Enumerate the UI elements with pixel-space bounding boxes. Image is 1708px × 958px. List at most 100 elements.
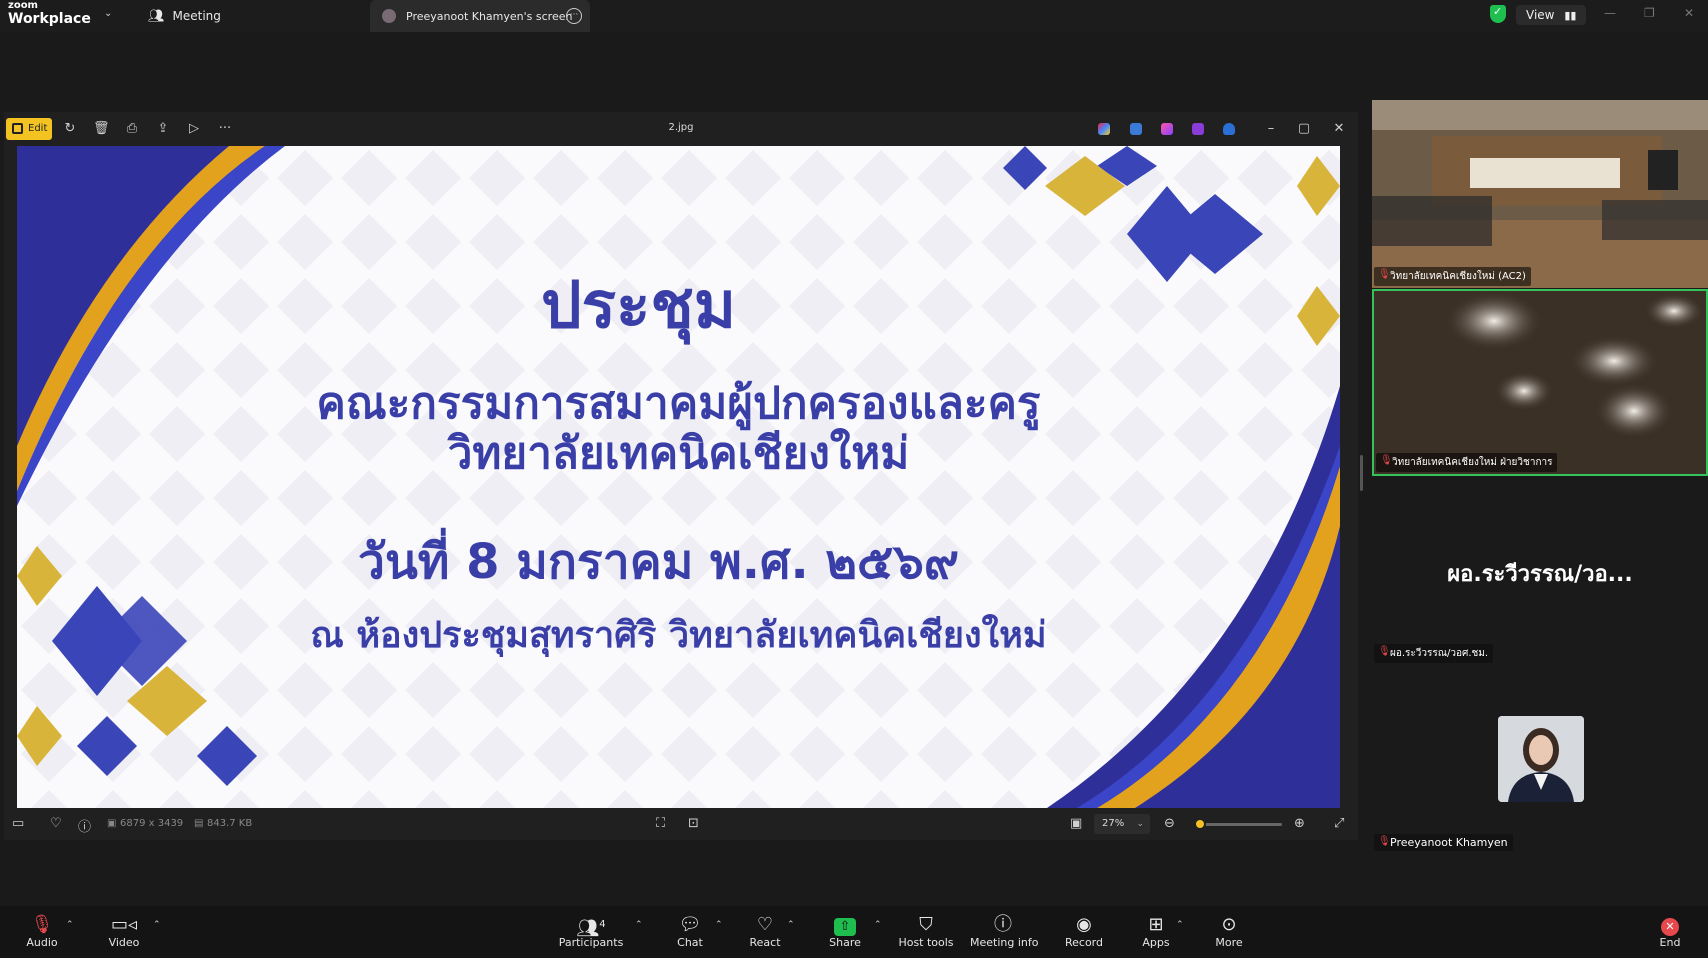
video-button[interactable]: ▭◃ Video [102, 906, 146, 958]
clipchamp-icon[interactable] [1192, 123, 1204, 135]
zoom-slider[interactable] [1196, 823, 1282, 826]
end-meeting-button[interactable]: ✕ End [1648, 906, 1692, 958]
react-button[interactable]: ♡ React [743, 906, 787, 958]
end-icon: ✕ [1661, 918, 1679, 936]
video-camera-icon: ▭◃ [110, 914, 138, 935]
copilot-icon[interactable] [1098, 123, 1110, 135]
tab-meeting[interactable]: 👥︎ Meeting [148, 0, 221, 32]
actual-size-icon[interactable]: ⊡ [688, 816, 699, 831]
video-label: Video [108, 936, 140, 949]
participants-icon: 👥︎4 [576, 918, 606, 939]
file-name: 2.jpg [668, 122, 694, 133]
zoom-logo[interactable]: zoom Workplace [8, 0, 91, 27]
chevron-up-icon[interactable]: ⌃ [787, 920, 795, 930]
info-icon: ⓘ [994, 914, 1012, 935]
video-tile-conference-room[interactable]: 🎙︎ วิทยาลัยเทคนิคเชียงใหม่ (AC2) [1372, 100, 1708, 288]
grid-icon: ▮▮ [1564, 9, 1577, 22]
record-icon: ◉ [1076, 914, 1092, 935]
more-icon: ⊙ [1221, 914, 1237, 935]
share-label: Share [829, 936, 861, 949]
fit-to-window-icon[interactable]: ⛶ [656, 816, 665, 831]
participants-label: Participants [558, 936, 624, 949]
tab-shared-screen[interactable]: Preeyanoot Khamyen's screen ··· [370, 0, 590, 32]
participant-name-text: วิทยาลัยเทคนิคเชียงใหม่ (AC2) [1390, 271, 1526, 282]
apps-button[interactable]: ⊞ Apps [1134, 906, 1178, 958]
shared-image: ประชุม คณะกรรมการสมาคมผู้ปกครองและครู วิ… [17, 146, 1340, 808]
designer-icon[interactable] [1130, 123, 1142, 135]
mic-muted-icon: 🎙︎ [1378, 836, 1391, 847]
onedrive-icon[interactable] [1223, 123, 1235, 135]
participant-name: 🎙︎ วิทยาลัยเทคนิคเชียงใหม่ (AC2) [1374, 267, 1531, 286]
more-button[interactable]: ⊙ More [1207, 906, 1251, 958]
video-tile-academic-dept[interactable]: 🎙︎ วิทยาลัยเทคนิคเชียงใหม่ ฝ่ายวิชาการ [1372, 289, 1708, 476]
people-icon: 👥︎ [148, 8, 165, 24]
participant-name-text: ผอ.ระวีวรรณ/วอศ.ชม. [1390, 648, 1489, 659]
meeting-info-button[interactable]: ⓘ Meeting info [970, 906, 1039, 958]
chevron-up-icon[interactable]: ⌃ [715, 920, 723, 930]
apps-label: Apps [1142, 936, 1170, 949]
mic-muted-icon: 🎙︎ [1380, 455, 1393, 466]
zoom-select[interactable]: 27% ⌄ [1094, 814, 1150, 834]
meeting-info-label: Meeting info [970, 936, 1039, 949]
audio-button[interactable]: 🎙︎ Audio [20, 906, 64, 958]
react-label: React [749, 936, 781, 949]
restore-icon[interactable]: ❐ [1644, 6, 1655, 20]
profile-photo [1498, 716, 1584, 802]
tab-meeting-label: Meeting [172, 9, 221, 23]
participants-button[interactable]: 👥︎4 Participants [558, 906, 624, 958]
record-button[interactable]: ◉ Record [1062, 906, 1106, 958]
audio-label: Audio [26, 936, 58, 949]
paint-icon[interactable] [1161, 123, 1173, 135]
maximize-icon[interactable]: ▢ [1296, 121, 1312, 137]
participant-name-text: วิทยาลัยเทคนิคเชียงใหม่ ฝ่ายวิชาการ [1392, 457, 1553, 468]
tab-screen-label: Preeyanoot Khamyen's screen [406, 9, 573, 23]
participant-name: 🎙︎ Preeyanoot Khamyen [1374, 834, 1513, 851]
conference-room-video [1372, 100, 1708, 288]
apps-icon: ⊞ [1148, 914, 1164, 935]
share-screen-icon: ⇧ [834, 918, 856, 936]
heart-icon: ♡ [756, 914, 774, 935]
fit-icon[interactable]: ▣ [1070, 816, 1082, 831]
photo-viewer-window: Edit ↻ 🗑︎ ⎙ ⇪ ▷ ··· 2.jpg – ▢ ✕ ประชุม ค… [4, 112, 1358, 840]
minimize-icon[interactable]: — [1604, 6, 1616, 20]
chat-button[interactable]: 💬︎ Chat [668, 906, 712, 958]
participant-name: 🎙︎ วิทยาลัยเทคนิคเชียงใหม่ ฝ่ายวิชาการ [1376, 453, 1558, 472]
favorite-icon[interactable]: ♡ [50, 816, 62, 831]
panel-resize-handle[interactable] [1360, 455, 1363, 491]
chat-label: Chat [677, 936, 703, 949]
info-icon[interactable]: ⓘ [78, 816, 91, 835]
shield-icon: ⛉ [919, 914, 933, 935]
zoom-slider-handle[interactable] [1194, 818, 1207, 830]
slide-title: ประชุม [541, 269, 736, 343]
chevron-up-icon[interactable]: ⌃ [1176, 920, 1184, 930]
zoom-in-icon[interactable]: ⊕ [1294, 816, 1305, 831]
fullscreen-icon[interactable]: ⤢ [1334, 816, 1344, 831]
chevron-up-icon[interactable]: ⌃ [635, 920, 643, 930]
host-tools-button[interactable]: ⛉ Host tools [896, 906, 956, 958]
share-button[interactable]: ⇧ Share [823, 906, 867, 958]
chevron-up-icon[interactable]: ⌃ [874, 920, 882, 930]
mic-muted-icon: 🎙︎ [1378, 646, 1391, 657]
slide-date: วันที่ 8 มกราคม พ.ศ. ๒๕๖๙ [357, 534, 959, 590]
zoom-out-icon[interactable]: ⊖ [1164, 816, 1175, 831]
viewer-status-bar: ▭ ♡ ⓘ ▣ 6879 x 3439 ▤ 843.7 KB ⛶ ⊡ ▣ 27%… [4, 808, 1358, 840]
image-icon: ▣ [107, 818, 117, 829]
slide-venue: ณ ห้องประชุมสุทราศิริ วิทยาลัยเทคนิคเชีย… [310, 615, 1047, 656]
encryption-shield-icon[interactable] [1490, 5, 1506, 23]
minimize-icon[interactable]: – [1263, 121, 1279, 137]
file-icon: ▤ [194, 818, 204, 829]
chat-icon: 💬︎ [678, 914, 702, 935]
filmstrip-icon[interactable]: ▭ [12, 816, 24, 831]
chevron-up-icon[interactable]: ⌃ [153, 920, 161, 930]
more-options-icon[interactable]: ··· [566, 8, 582, 24]
close-icon[interactable]: ✕ [1684, 6, 1694, 20]
chevron-down-icon[interactable]: ⌄ [104, 8, 112, 19]
brand-small: zoom [8, 0, 38, 11]
viewer-toolbar: Edit ↻ 🗑︎ ⎙ ⇪ ▷ ··· 2.jpg – ▢ ✕ [4, 112, 1358, 146]
chevron-up-icon[interactable]: ⌃ [66, 920, 74, 930]
mic-muted-icon: 🎙︎ [1378, 269, 1391, 280]
view-button[interactable]: View ▮▮ [1516, 5, 1587, 25]
brand-name: Workplace [8, 11, 91, 27]
slide-college-line: วิทยาลัยเทคนิคเชียงใหม่ [447, 428, 910, 479]
close-icon[interactable]: ✕ [1331, 121, 1347, 137]
